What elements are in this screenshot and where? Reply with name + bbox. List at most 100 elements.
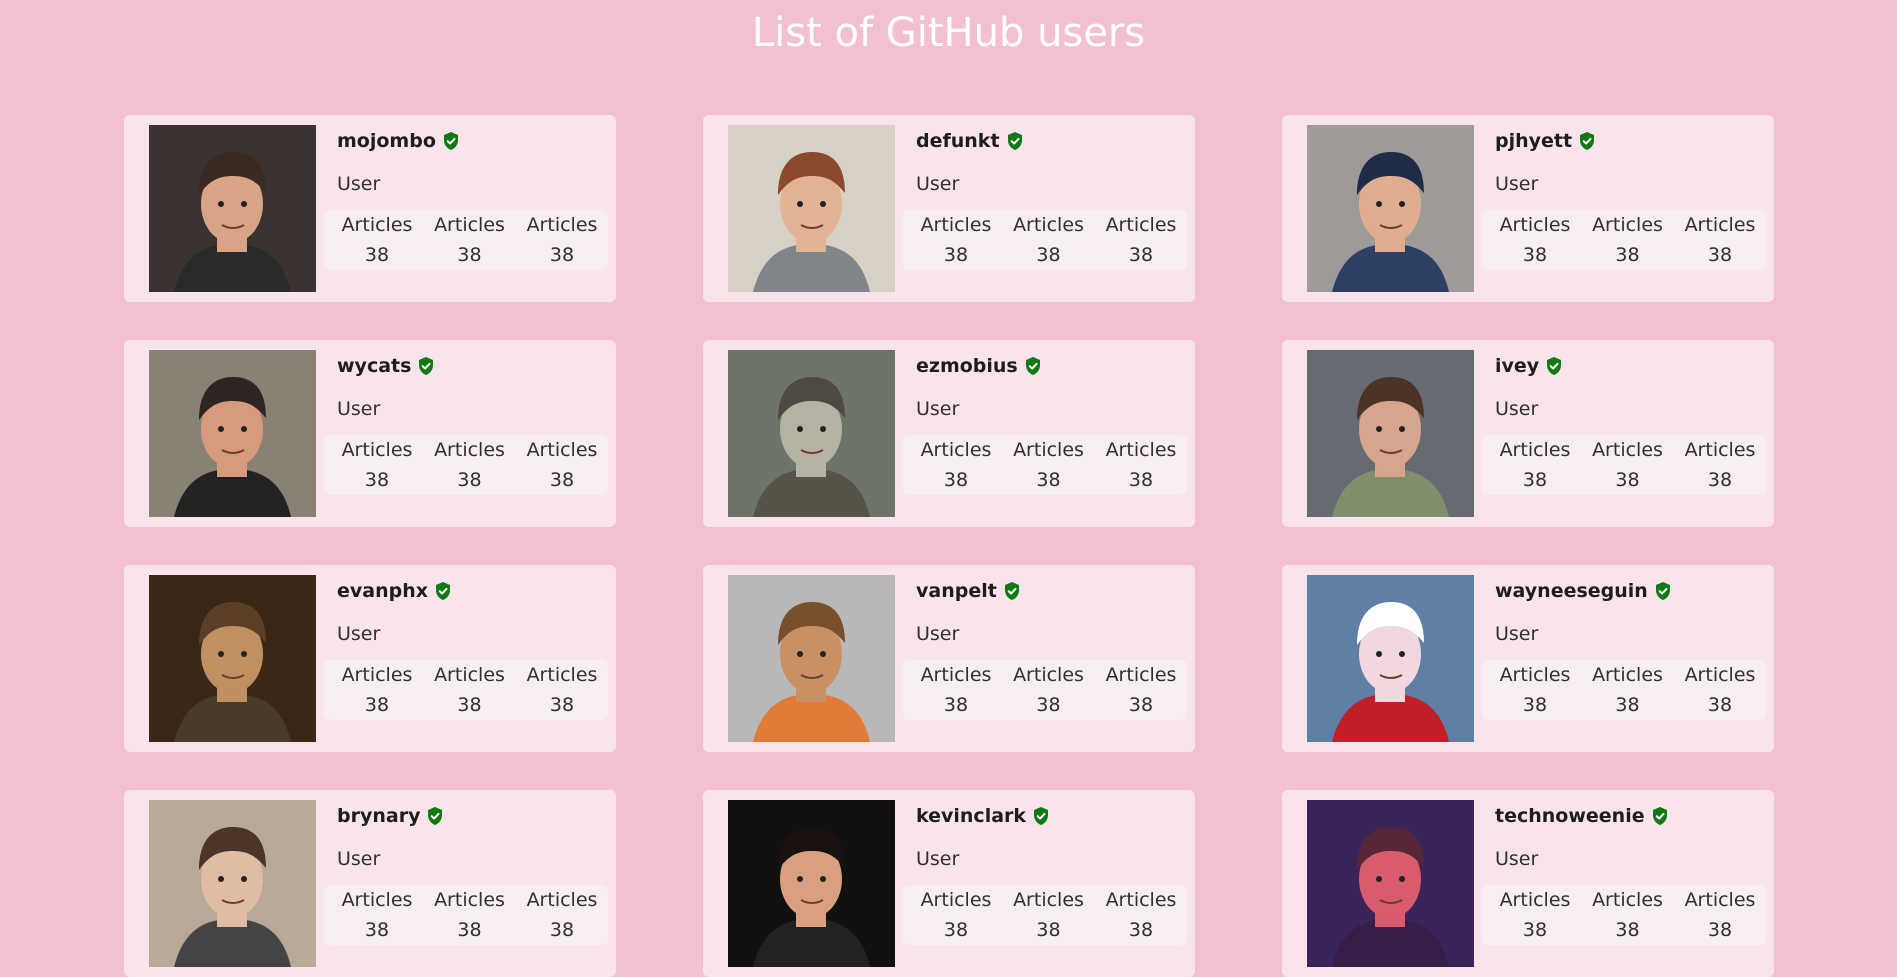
user-info: evanphx User Articles 38 Articles 38 Articles 3… xyxy=(324,575,608,720)
user-card[interactable]: ezmobius User Articles 38 Articles 38 Articles… xyxy=(703,340,1195,527)
user-card[interactable]: technoweenie User Articles 38 Articles 38 Arti… xyxy=(1282,790,1774,977)
user-card[interactable]: brynary User Articles 38 Articles 38 Articles 3… xyxy=(124,790,616,977)
avatar xyxy=(149,575,316,742)
username: pjhyett xyxy=(1495,130,1573,152)
avatar xyxy=(1307,125,1474,292)
verified-shield-icon xyxy=(1545,356,1563,376)
stat-label: Articles xyxy=(1105,664,1177,686)
stat-item: Articles 38 xyxy=(1680,435,1760,495)
stat-value: 38 xyxy=(1615,694,1640,716)
username: ezmobius xyxy=(916,355,1018,377)
avatar xyxy=(728,350,895,517)
stat-item: Articles 38 xyxy=(1101,435,1181,495)
username-row: mojombo xyxy=(337,125,608,157)
user-card[interactable]: evanphx User Articles 38 Articles 38 Articles 3… xyxy=(124,565,616,752)
stats-box: Articles 38 Articles 38 Articles 38 xyxy=(1482,660,1766,720)
stat-label: Articles xyxy=(1684,664,1756,686)
stat-value: 38 xyxy=(1522,244,1548,266)
user-info: wayneeseguin User Articles 38 Articles 38 Arti… xyxy=(1482,575,1766,720)
stat-item: Articles 38 xyxy=(1101,660,1181,720)
stat-label: Articles xyxy=(1592,664,1663,686)
stat-label: Articles xyxy=(1013,214,1084,236)
stat-label: Articles xyxy=(341,439,413,461)
stat-value: 38 xyxy=(1128,244,1154,266)
user-info: brynary User Articles 38 Articles 38 Articles 3… xyxy=(324,800,608,945)
stat-label: Articles xyxy=(434,889,505,911)
user-card[interactable]: pjhyett User Articles 38 Articles 38 Articles 3… xyxy=(1282,115,1774,302)
stats-box: Articles 38 Articles 38 Articles 38 xyxy=(324,435,608,495)
stat-label: Articles xyxy=(1105,439,1177,461)
stat-item: Articles 38 xyxy=(522,660,602,720)
stats-box: Articles 38 Articles 38 Articles 38 xyxy=(903,435,1187,495)
stat-label: Articles xyxy=(920,439,992,461)
stat-label: Articles xyxy=(1684,214,1756,236)
user-card[interactable]: wayneeseguin User Articles 38 Articles 38 Arti… xyxy=(1282,565,1774,752)
stat-value: 38 xyxy=(943,469,969,491)
stat-label: Articles xyxy=(1499,214,1571,236)
username-row: kevinclark xyxy=(916,800,1187,832)
stat-label: Articles xyxy=(434,439,505,461)
avatar-image xyxy=(149,125,316,292)
user-type: User xyxy=(916,398,960,420)
user-type: User xyxy=(337,398,381,420)
stat-value: 38 xyxy=(457,919,482,941)
user-grid: mojombo User Articles 38 Articles 38 Articles 3… xyxy=(124,115,1774,977)
stat-value: 38 xyxy=(943,919,969,941)
stat-label: Articles xyxy=(341,889,413,911)
stats-box: Articles 38 Articles 38 Articles 38 xyxy=(1482,210,1766,270)
stat-item: Articles 38 xyxy=(1680,660,1760,720)
stat-label: Articles xyxy=(526,664,598,686)
avatar-image xyxy=(1307,800,1474,967)
username-row: evanphx xyxy=(337,575,608,607)
stats-box: Articles 38 Articles 38 Articles 38 xyxy=(324,660,608,720)
avatar-image xyxy=(149,800,316,967)
username: technoweenie xyxy=(1495,805,1645,827)
stat-label: Articles xyxy=(1684,889,1756,911)
stat-value: 38 xyxy=(457,469,482,491)
stat-item: Articles 38 xyxy=(337,885,417,945)
stat-value: 38 xyxy=(549,694,575,716)
stat-value: 38 xyxy=(364,469,390,491)
username-row: vanpelt xyxy=(916,575,1187,607)
verified-shield-icon xyxy=(1651,806,1669,826)
user-info: pjhyett User Articles 38 Articles 38 Articles 3… xyxy=(1482,125,1766,270)
user-card[interactable]: ivey User Articles 38 Articles 38 Articles 38 xyxy=(1282,340,1774,527)
stats-box: Articles 38 Articles 38 Articles 38 xyxy=(324,210,608,270)
stat-value: 38 xyxy=(1036,244,1061,266)
user-card[interactable]: mojombo User Articles 38 Articles 38 Articles 3… xyxy=(124,115,616,302)
user-card[interactable]: vanpelt User Articles 38 Articles 38 Articles 3… xyxy=(703,565,1195,752)
stat-value: 38 xyxy=(1707,469,1733,491)
stat-value: 38 xyxy=(1128,694,1154,716)
user-card[interactable]: wycats User Articles 38 Articles 38 Articles 38 xyxy=(124,340,616,527)
user-info: technoweenie User Articles 38 Articles 38 Arti… xyxy=(1482,800,1766,945)
stat-value: 38 xyxy=(364,694,390,716)
user-card[interactable]: kevinclark User Articles 38 Articles 38 Articl… xyxy=(703,790,1195,977)
stats-box: Articles 38 Articles 38 Articles 38 xyxy=(1482,885,1766,945)
username-row: wycats xyxy=(337,350,608,382)
stat-item: Articles 38 xyxy=(337,660,417,720)
user-card[interactable]: defunkt User Articles 38 Articles 38 Articles 3… xyxy=(703,115,1195,302)
stat-value: 38 xyxy=(549,919,575,941)
stat-label: Articles xyxy=(1499,664,1571,686)
stat-value: 38 xyxy=(457,244,482,266)
username-row: technoweenie xyxy=(1495,800,1766,832)
stat-item: Articles 38 xyxy=(1101,210,1181,270)
stat-item: Articles 38 xyxy=(1009,660,1089,720)
stat-label: Articles xyxy=(1499,889,1571,911)
avatar-image xyxy=(149,350,316,517)
verified-shield-icon xyxy=(426,806,444,826)
user-info: wycats User Articles 38 Articles 38 Articles 38 xyxy=(324,350,608,495)
stat-label: Articles xyxy=(1684,439,1756,461)
user-type: User xyxy=(337,848,381,870)
verified-shield-icon xyxy=(1654,581,1672,601)
username-row: pjhyett xyxy=(1495,125,1766,157)
stat-item: Articles 38 xyxy=(430,210,510,270)
username-row: wayneeseguin xyxy=(1495,575,1766,607)
verified-shield-icon xyxy=(434,581,452,601)
verified-shield-icon xyxy=(442,131,460,151)
stat-label: Articles xyxy=(1105,214,1177,236)
stat-item: Articles 38 xyxy=(1588,660,1668,720)
stat-label: Articles xyxy=(1592,214,1663,236)
stat-value: 38 xyxy=(1522,694,1548,716)
stat-item: Articles 38 xyxy=(1495,435,1575,495)
